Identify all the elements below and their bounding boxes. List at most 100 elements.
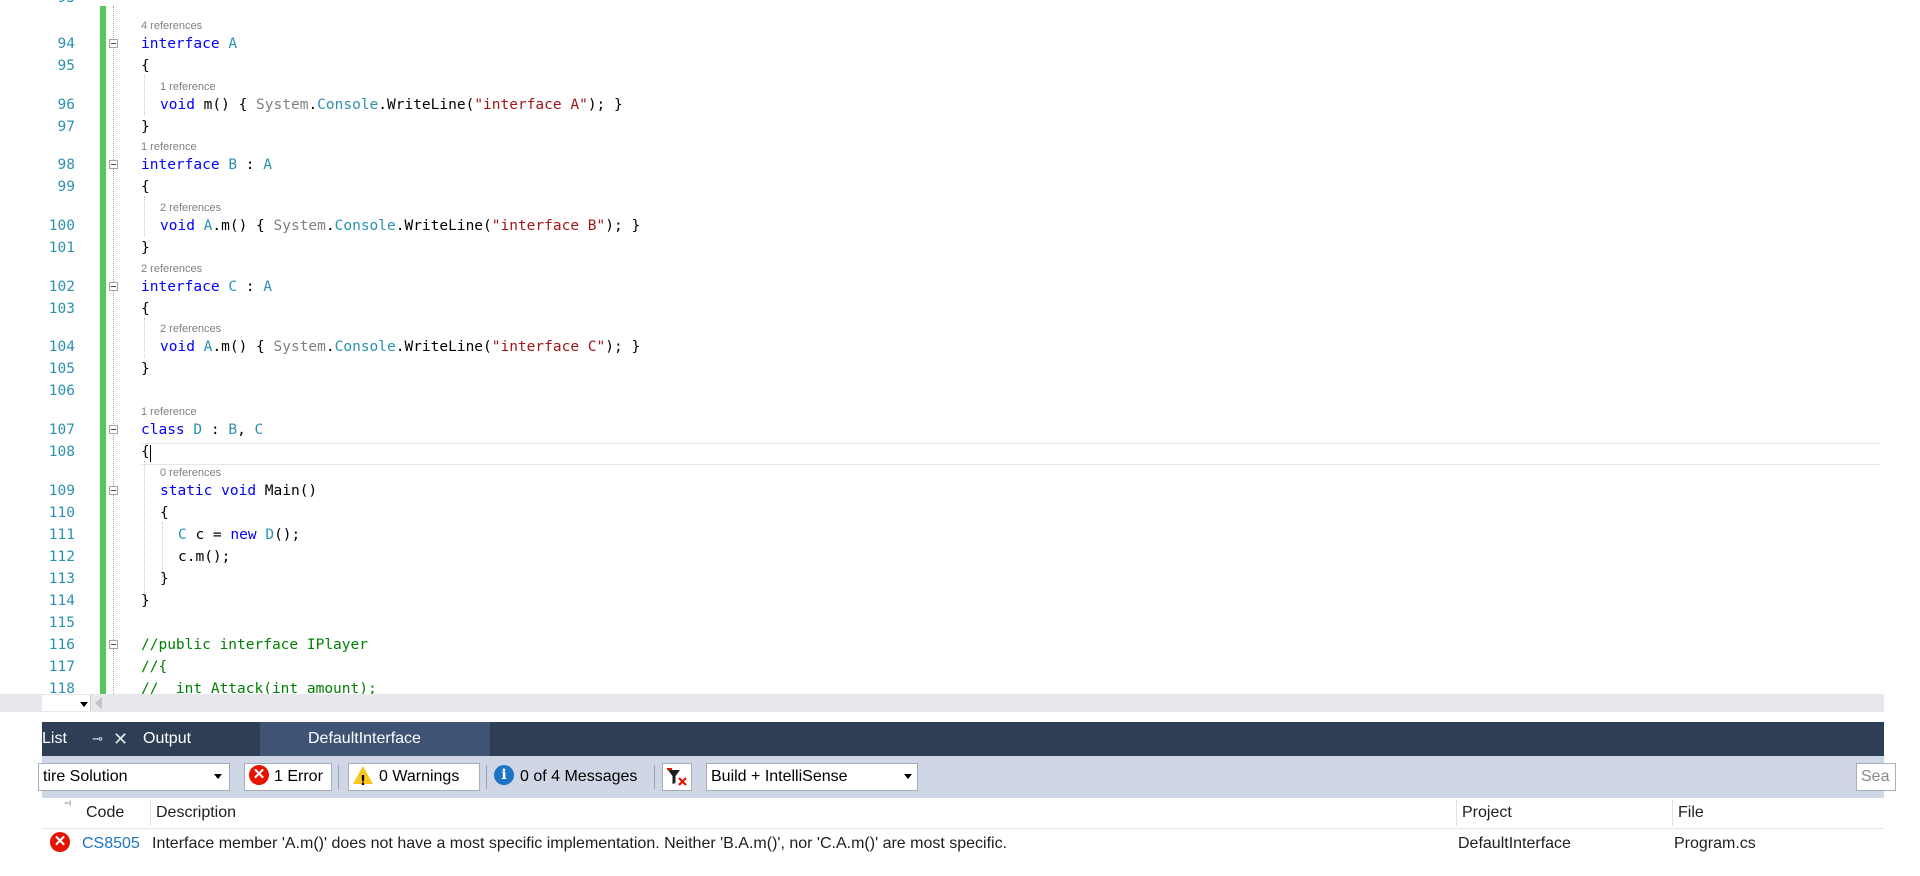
error-list-toolbar: tire Solution ✕ 1 Error 0 Warnings i 0 of … <box>38 756 1896 798</box>
line-number: 112 <box>48 549 75 565</box>
column-header-description[interactable]: Description <box>156 798 236 828</box>
code-token: ); } <box>587 97 623 113</box>
collapse-toggle-icon[interactable] <box>109 160 118 169</box>
line-number: 108 <box>48 444 75 460</box>
tool-window-tab-strip: List ⊸ ✕ Output DefaultInterface <box>42 722 1884 756</box>
type-name: A <box>263 279 272 295</box>
column-divider[interactable] <box>150 800 151 826</box>
table-row[interactable]: ✕ CS8505 Interface member 'A.m()' does n… <box>42 829 1884 859</box>
line-number-margin: 93 94 95 96 97 98 99 100 101 102 103 104… <box>0 0 75 694</box>
collapse-toggle-icon[interactable] <box>109 39 118 48</box>
code-token: ); } <box>605 218 641 234</box>
errors-filter-button[interactable]: ✕ 1 Error <box>244 763 332 791</box>
error-file: Program.cs <box>1674 835 1756 852</box>
search-placeholder: Sea <box>1861 768 1890 785</box>
codelens-references[interactable]: 4 references <box>141 19 202 33</box>
scroll-left-icon[interactable] <box>95 697 102 709</box>
scope-dropdown[interactable]: tire Solution <box>38 763 230 791</box>
codelens-references[interactable]: 2 references <box>160 322 221 336</box>
warnings-filter-button[interactable]: 0 Warnings <box>348 763 480 795</box>
codelens-references[interactable]: 1 reference <box>160 80 216 94</box>
code-token: : <box>237 157 264 173</box>
column-filter-icon[interactable]: ⁼ᴵ <box>64 791 71 821</box>
line-number: 104 <box>48 339 75 355</box>
toolbar-separator <box>654 765 655 789</box>
collapse-toggle-icon[interactable] <box>109 282 118 291</box>
scope-value: tire Solution <box>43 768 128 785</box>
code-token: . <box>325 339 335 355</box>
code-text-area[interactable]: 4 references interface A { 1 reference v… <box>141 0 1901 694</box>
code-line-99: { <box>141 179 150 195</box>
messages-filter-button[interactable]: i 0 of 4 Messages <box>494 763 637 791</box>
horizontal-scrollbar[interactable] <box>0 694 1884 712</box>
code-token: . <box>325 218 335 234</box>
type-name: C <box>228 279 238 295</box>
filter-toggle-button[interactable] <box>662 763 692 791</box>
column-header-file[interactable]: File <box>1678 798 1704 828</box>
indent-guide <box>144 196 145 236</box>
codelens-references[interactable]: 1 reference <box>141 140 197 154</box>
code-line-102: interface C : A <box>141 276 272 298</box>
type-name: D <box>265 527 275 543</box>
column-divider[interactable] <box>1672 800 1673 826</box>
line-number: 97 <box>57 119 75 135</box>
codelens-references[interactable]: 1 reference <box>141 405 197 419</box>
column-divider[interactable] <box>1456 800 1457 826</box>
code-line-107: class D : B, C <box>141 419 263 441</box>
column-header-code[interactable]: Code <box>86 798 124 828</box>
tab-error-list[interactable]: List ⊸ ✕ <box>42 722 140 756</box>
line-number: 101 <box>48 240 75 256</box>
codelens-references[interactable]: 0 references <box>160 466 221 480</box>
code-editor[interactable]: 93 94 95 96 97 98 99 100 101 102 103 104… <box>0 0 1920 694</box>
collapse-toggle-icon[interactable] <box>109 640 118 649</box>
error-code-link[interactable]: CS8505 <box>82 829 140 859</box>
keyword: class <box>141 422 185 438</box>
code-line-113: } <box>160 571 169 587</box>
code-token: c = <box>186 527 231 543</box>
code-line-104: void A.m() { System.Console.WriteLine("i… <box>160 336 640 358</box>
search-input[interactable]: Sea <box>1856 763 1896 791</box>
code-line-114: } <box>141 593 150 609</box>
collapse-toggle-icon[interactable] <box>109 486 118 495</box>
type-name: A <box>263 157 272 173</box>
codelens-references[interactable]: 2 references <box>141 262 202 276</box>
line-number: 95 <box>57 58 75 74</box>
build-filter-dropdown[interactable]: Build + IntelliSense <box>706 763 918 791</box>
string-literal: "interface B" <box>491 218 606 234</box>
code-line-117: //{ <box>141 659 168 675</box>
error-icon: ✕ <box>249 765 269 786</box>
string-literal: "interface A" <box>474 97 588 113</box>
outline-guide <box>113 6 114 694</box>
line-number: 96 <box>57 97 75 113</box>
line-number: 113 <box>48 571 75 587</box>
type-name: A <box>228 36 238 52</box>
keyword: static <box>160 483 213 499</box>
tab-defaultinterface[interactable]: DefaultInterface <box>260 722 490 756</box>
error-project: DefaultInterface <box>1458 835 1571 852</box>
line-number: 106 <box>48 383 75 399</box>
collapse-toggle-icon[interactable] <box>109 425 118 434</box>
line-number: 110 <box>48 505 75 521</box>
line-number: 115 <box>48 615 75 631</box>
column-header-project[interactable]: Project <box>1462 798 1512 828</box>
code-token: . <box>308 97 318 113</box>
line-number: 105 <box>48 361 75 377</box>
type-name: Console <box>334 218 396 234</box>
keyword: interface <box>141 157 220 173</box>
codelens-references[interactable]: 2 references <box>160 201 221 215</box>
build-filter-value: Build + IntelliSense <box>711 768 848 785</box>
indent-guide <box>144 318 145 358</box>
tab-output[interactable]: Output <box>143 722 191 756</box>
pin-icon[interactable]: ⊸ <box>92 722 103 756</box>
chevron-down-icon <box>904 774 912 779</box>
code-line-112: c.m(); <box>178 549 231 565</box>
code-token: m() { <box>203 97 257 113</box>
error-severity-icon: ✕ <box>50 829 75 859</box>
line-number: 116 <box>48 637 75 653</box>
code-line-98: interface B : A <box>141 154 272 176</box>
code-token: , <box>237 422 255 438</box>
code-line-103: { <box>141 301 150 317</box>
namespace-token: System <box>273 218 326 234</box>
code-token: (); <box>274 527 301 543</box>
close-icon[interactable]: ✕ <box>113 722 128 756</box>
